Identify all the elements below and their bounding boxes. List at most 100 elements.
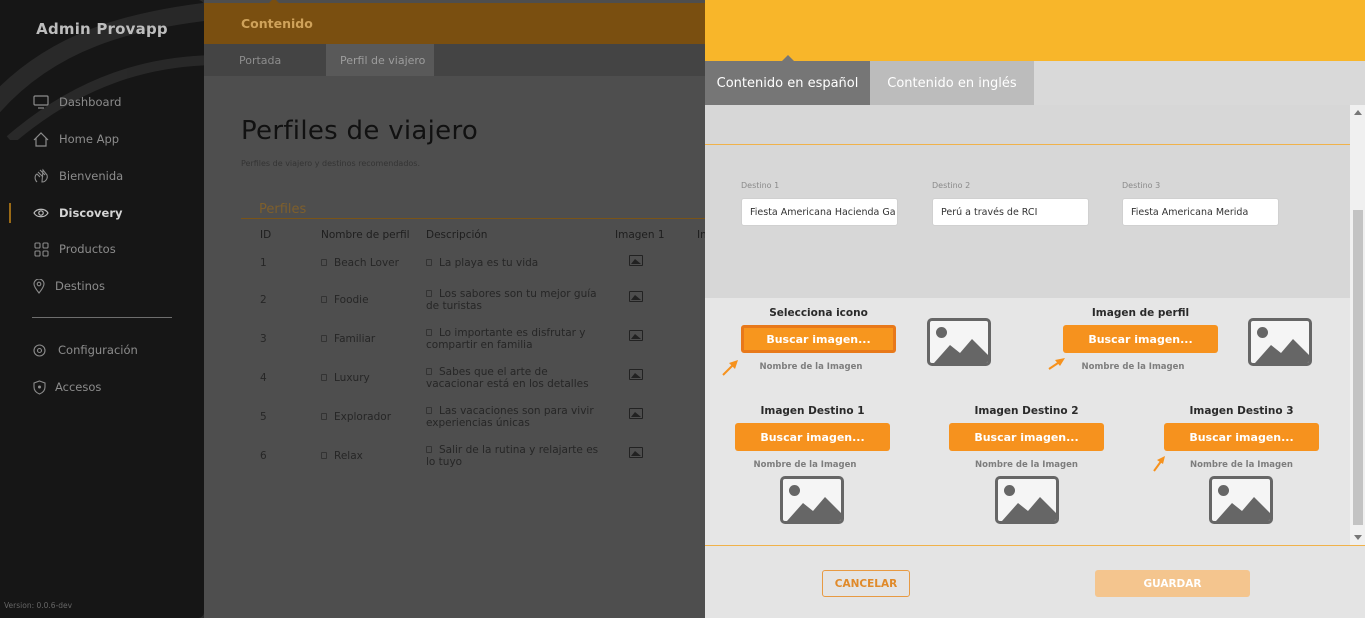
cell-id: 2 bbox=[260, 294, 267, 306]
pointer-arrow-icon bbox=[1153, 456, 1165, 472]
panel-header bbox=[705, 0, 1365, 61]
cell-name: Luxury bbox=[321, 372, 370, 384]
sidebar-item-label: Dashboard bbox=[59, 95, 122, 109]
section-divider bbox=[241, 218, 705, 219]
cell-name: Explorador bbox=[321, 411, 391, 423]
app-brand: Admin Provapp bbox=[36, 20, 168, 38]
sidebar-item-label: Destinos bbox=[55, 279, 105, 293]
destino1-image-title: Imagen Destino 1 bbox=[760, 405, 865, 417]
page-subtitle: Perfiles de viajero y destinos recomenda… bbox=[241, 159, 420, 168]
buscar-perfil-button[interactable]: Buscar imagen... bbox=[1063, 325, 1218, 353]
image-thumbnail-icon[interactable] bbox=[629, 255, 643, 266]
sidebar-item-accesos[interactable]: Accesos bbox=[0, 369, 204, 405]
destino2-image-placeholder bbox=[995, 476, 1059, 524]
image-thumbnail-icon[interactable] bbox=[629, 291, 643, 302]
destino1-image-placeholder bbox=[780, 476, 844, 524]
profile-icon bbox=[321, 373, 327, 381]
cancel-button[interactable]: CANCELAR bbox=[822, 570, 910, 597]
destino-2-input[interactable]: Perú a través de RCI bbox=[932, 198, 1089, 226]
destino3-image-title: Imagen Destino 3 bbox=[1189, 405, 1294, 417]
text-icon bbox=[426, 406, 432, 414]
cell-name-text: Explorador bbox=[334, 411, 392, 423]
sidebar-item-bienvenida[interactable]: Bienvenida bbox=[0, 158, 204, 194]
text-icon bbox=[426, 445, 432, 453]
sidebar-item-configuracion[interactable]: Configuración bbox=[0, 332, 204, 368]
profile-icon bbox=[321, 334, 327, 342]
icono-title: Selecciona icono bbox=[769, 307, 868, 319]
tab-label: Contenido en inglés bbox=[887, 75, 1017, 91]
scrollbar-thumb[interactable] bbox=[1353, 210, 1363, 525]
edit-profile-panel: Contenido en español Contenido en inglés… bbox=[705, 0, 1365, 618]
buscar-destino1-button[interactable]: Buscar imagen... bbox=[735, 423, 890, 451]
cell-desc: Los sabores son tu mejor guía de turista… bbox=[426, 288, 601, 312]
icono-image-placeholder bbox=[927, 318, 991, 366]
mountain-image-icon bbox=[934, 339, 988, 363]
sidebar: Admin Provapp Dashboard Home App Bienven… bbox=[0, 0, 204, 618]
sidebar-item-label: Discovery bbox=[59, 206, 123, 220]
section-divider bbox=[705, 144, 1350, 145]
tab-contenido-ingles[interactable]: Contenido en inglés bbox=[870, 61, 1034, 105]
image-thumbnail-icon[interactable] bbox=[629, 330, 643, 341]
content-subtabs: Portada Perfil de viajero bbox=[204, 44, 705, 76]
save-button[interactable]: GUARDAR bbox=[1095, 570, 1250, 597]
destino-1-input[interactable]: Fiesta Americana Hacienda Ga bbox=[741, 198, 898, 226]
destino2-filename: Nombre de la Imagen bbox=[975, 460, 1078, 470]
mountain-image-icon bbox=[787, 497, 841, 521]
panel-footer: CANCELAR GUARDAR bbox=[705, 546, 1365, 618]
eye-icon bbox=[32, 204, 50, 222]
cell-name-text: Foodie bbox=[334, 294, 369, 306]
image-thumbnail-icon[interactable] bbox=[629, 369, 643, 380]
cell-name: Familiar bbox=[321, 333, 375, 345]
destino-1-label: Destino 1 bbox=[741, 181, 780, 190]
sidebar-item-label: Productos bbox=[59, 242, 116, 256]
scroll-down-icon[interactable] bbox=[1354, 535, 1362, 540]
wave-hand-icon bbox=[32, 167, 50, 185]
page-title: Perfiles de viajero bbox=[241, 116, 479, 146]
tab-portada[interactable]: Portada bbox=[239, 44, 329, 76]
cell-name-text: Beach Lover bbox=[334, 257, 399, 269]
buscar-destino2-button[interactable]: Buscar imagen... bbox=[949, 423, 1104, 451]
cell-desc-text: Los sabores son tu mejor guía de turista… bbox=[426, 288, 597, 312]
text-icon bbox=[426, 258, 432, 266]
sidebar-item-label: Accesos bbox=[55, 380, 102, 394]
image-thumbnail-icon[interactable] bbox=[629, 408, 643, 419]
cell-name: Foodie bbox=[321, 294, 369, 306]
tab-label: Perfil de viajero bbox=[340, 53, 426, 67]
destino1-filename: Nombre de la Imagen bbox=[753, 460, 857, 470]
destino3-filename: Nombre de la Imagen bbox=[1190, 460, 1293, 470]
icono-filename: Nombre de la Imagen bbox=[759, 362, 863, 372]
tab-label: Contenido en español bbox=[716, 75, 859, 91]
sidebar-item-destinos[interactable]: Destinos bbox=[0, 268, 204, 304]
cell-name: Relax bbox=[321, 450, 363, 462]
tab-perfil-de-viajero[interactable]: Perfil de viajero bbox=[326, 44, 434, 76]
sidebar-item-discovery[interactable]: Discovery bbox=[0, 195, 204, 231]
panel-scrollbar[interactable] bbox=[1350, 105, 1365, 545]
map-pin-icon bbox=[30, 277, 48, 295]
destino3-image-placeholder bbox=[1209, 476, 1273, 524]
grid-icon bbox=[32, 240, 50, 258]
cell-desc-text: Salir de la rutina y relajarte es lo tuy… bbox=[426, 444, 599, 468]
sidebar-item-productos[interactable]: Productos bbox=[0, 231, 204, 267]
sidebar-item-label: Home App bbox=[59, 132, 120, 146]
sidebar-item-home-app[interactable]: Home App bbox=[0, 121, 204, 157]
sidebar-item-dashboard[interactable]: Dashboard bbox=[0, 84, 204, 120]
column-header-nombre: Nombre de perfil bbox=[321, 229, 410, 241]
sidebar-item-label: Configuración bbox=[58, 343, 138, 357]
panel-scroll-area: Destino 1 Fiesta Americana Hacienda Ga D… bbox=[705, 105, 1365, 545]
image-thumbnail-icon[interactable] bbox=[629, 447, 643, 458]
buscar-destino3-button[interactable]: Buscar imagen... bbox=[1164, 423, 1319, 451]
mountain-image-icon bbox=[1002, 497, 1056, 521]
buscar-icono-button[interactable]: Buscar imagen... bbox=[741, 325, 896, 353]
perfil-image-placeholder bbox=[1248, 318, 1312, 366]
pointer-arrow-icon bbox=[722, 360, 738, 376]
cell-id: 1 bbox=[260, 257, 267, 269]
destino-3-label: Destino 3 bbox=[1122, 181, 1161, 190]
profile-icon bbox=[321, 295, 327, 303]
sidebar-item-label: Bienvenida bbox=[59, 169, 124, 183]
cell-id: 4 bbox=[260, 372, 267, 384]
destino-3-input[interactable]: Fiesta Americana Merida bbox=[1122, 198, 1279, 226]
content-topbar: Contenido bbox=[204, 0, 705, 44]
scroll-up-icon[interactable] bbox=[1354, 110, 1362, 115]
tab-contenido-espanol[interactable]: Contenido en español bbox=[705, 61, 870, 105]
sidebar-divider bbox=[32, 317, 172, 318]
